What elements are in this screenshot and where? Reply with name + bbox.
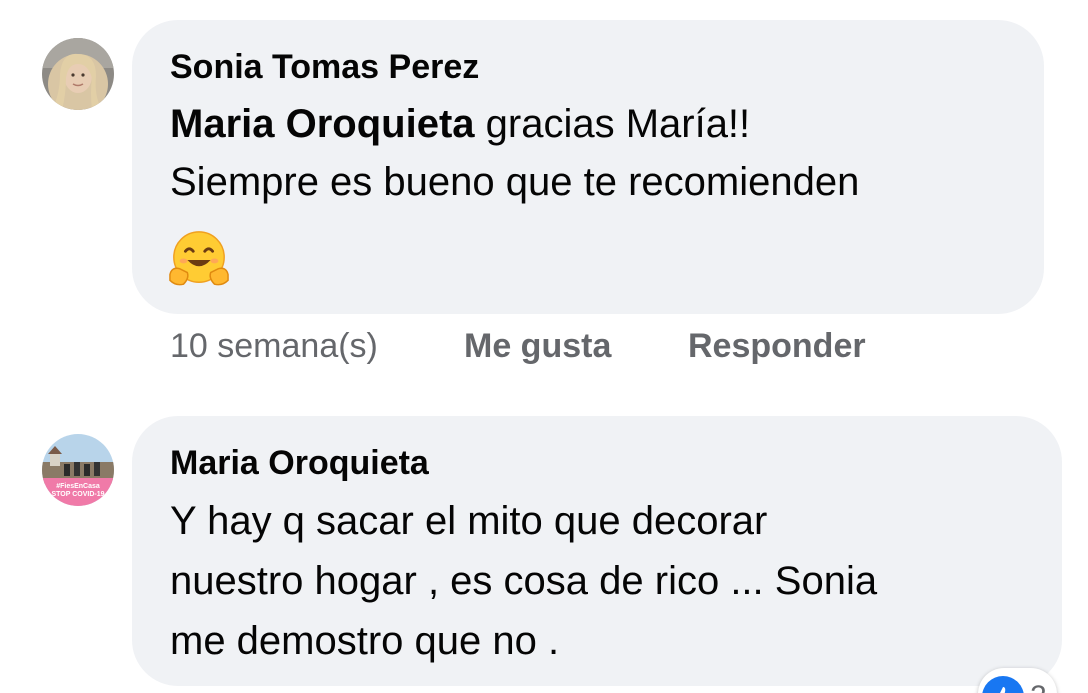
- like-button-1[interactable]: Me gusta: [464, 326, 611, 366]
- comment-text-2-line3: me demostro que no .: [170, 619, 560, 663]
- comment-author-1[interactable]: Sonia Tomas Perez: [170, 47, 479, 87]
- smiling-face-with-open-hands-icon: [169, 231, 229, 286]
- reaction-count: 2: [1030, 680, 1047, 693]
- comment-text-1-line2: Siempre es bueno que te recomienden: [170, 160, 860, 204]
- comment-text-2-line1: Y hay q sacar el mito que decorar: [170, 499, 768, 543]
- like-icon: [982, 676, 1024, 693]
- comment-time-1[interactable]: 10 semana(s): [170, 326, 378, 366]
- avatar-maria[interactable]: #FiesEnCasa STOP COVID-19: [42, 434, 114, 506]
- comment-text-2-line2: nuestro hogar , es cosa de rico ... Soni…: [170, 559, 878, 603]
- avatar-photo-sonia: [42, 38, 114, 110]
- comment-thread: Sonia Tomas Perez Maria Oroquieta gracia…: [0, 0, 1088, 693]
- comment-text-1: Maria Oroquieta gracias María!! Siempre …: [170, 95, 1030, 211]
- avatar-caption-2: STOP COVID-19: [51, 491, 104, 498]
- comment-author-2[interactable]: Maria Oroquieta: [170, 443, 429, 483]
- mention-maria-oroquieta[interactable]: Maria Oroquieta: [170, 102, 475, 146]
- avatar-photo-maria: #FiesEnCasa STOP COVID-19: [42, 434, 114, 506]
- avatar-caption-1: #FiesEnCasa: [56, 483, 100, 490]
- avatar-sonia[interactable]: [42, 38, 114, 110]
- reaction-summary[interactable]: 2: [978, 668, 1057, 693]
- comment-text-2: Y hay q sacar el mito que decorar nuestr…: [170, 491, 1050, 671]
- reply-button-1[interactable]: Responder: [688, 326, 866, 366]
- comment-text-1-line1: gracias María!!: [474, 102, 751, 146]
